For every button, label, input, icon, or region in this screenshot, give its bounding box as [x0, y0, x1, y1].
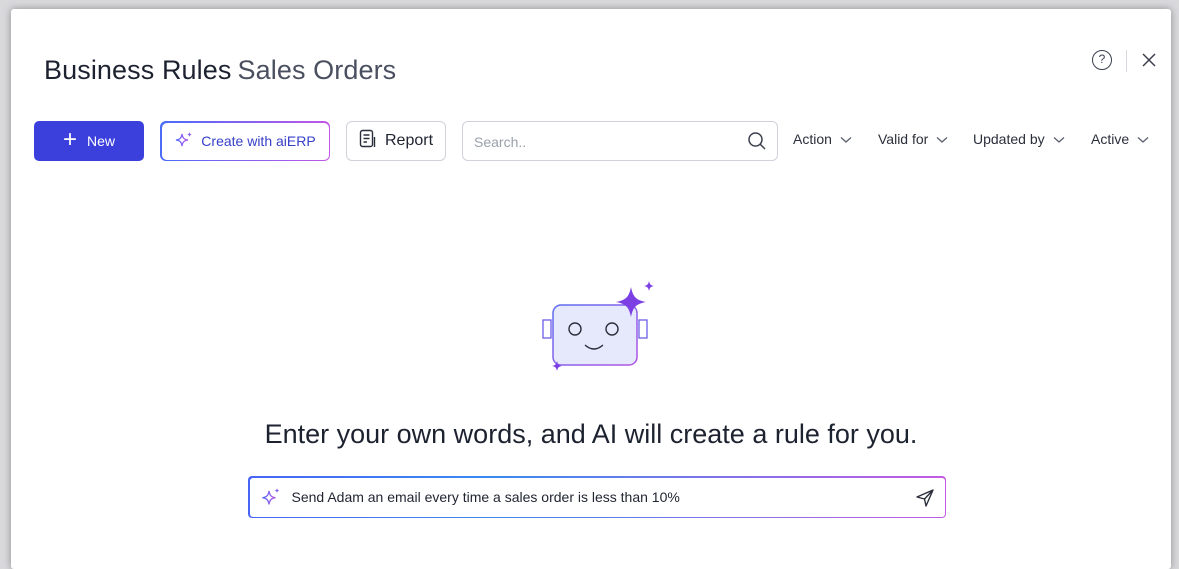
sparkle-icon [260, 487, 282, 512]
search-box [462, 121, 778, 161]
filter-active-label: Active [1091, 131, 1130, 147]
toolbar: + New Create with aiERP Report Search.. … [11, 120, 1171, 162]
help-glyph: ? [1098, 52, 1106, 66]
chevron-down-icon [1053, 131, 1065, 147]
plus-icon: + [62, 126, 77, 153]
filter-updated-by[interactable]: Updated by [973, 131, 1065, 147]
filter-action[interactable]: Action [793, 131, 852, 147]
create-with-aierp-label: Create with aiERP [201, 133, 316, 149]
create-with-aierp-button[interactable]: Create with aiERP [160, 121, 330, 161]
header-divider [1126, 50, 1127, 72]
page-title-main: Business Rules [44, 55, 232, 85]
chevron-down-icon [1137, 131, 1149, 147]
report-button[interactable]: Report [346, 121, 446, 161]
chevron-down-icon [936, 131, 948, 147]
page-title: Business Rules Sales Orders [44, 55, 396, 86]
sparkle-icon [174, 131, 194, 152]
filter-updated-by-label: Updated by [973, 131, 1045, 147]
new-button-label: New [87, 133, 116, 149]
new-button[interactable]: + New [34, 121, 144, 161]
business-rules-window: Business Rules Sales Orders ? + New Creat… [11, 9, 1171, 569]
filter-action-label: Action [793, 131, 832, 147]
empty-state-headline: Enter your own words, and AI will create… [264, 419, 918, 449]
ai-prompt-text[interactable]: Send Adam an email every time a sales or… [292, 489, 680, 505]
report-icon [359, 129, 377, 154]
search-input[interactable] [472, 130, 736, 154]
help-icon[interactable]: ? [1092, 50, 1112, 70]
ai-prompt-box[interactable]: Send Adam an email every time a sales or… [248, 476, 946, 518]
send-icon[interactable] [915, 488, 935, 513]
filter-active[interactable]: Active [1091, 131, 1149, 147]
chevron-down-icon [840, 131, 852, 147]
search-icon[interactable] [747, 131, 767, 156]
filter-valid-for-label: Valid for [878, 131, 929, 147]
page-title-sub: Sales Orders [237, 55, 397, 85]
robot-illustration [539, 269, 669, 384]
report-button-label: Report [384, 132, 434, 149]
close-icon[interactable] [1138, 49, 1160, 71]
filter-valid-for[interactable]: Valid for [878, 131, 948, 147]
